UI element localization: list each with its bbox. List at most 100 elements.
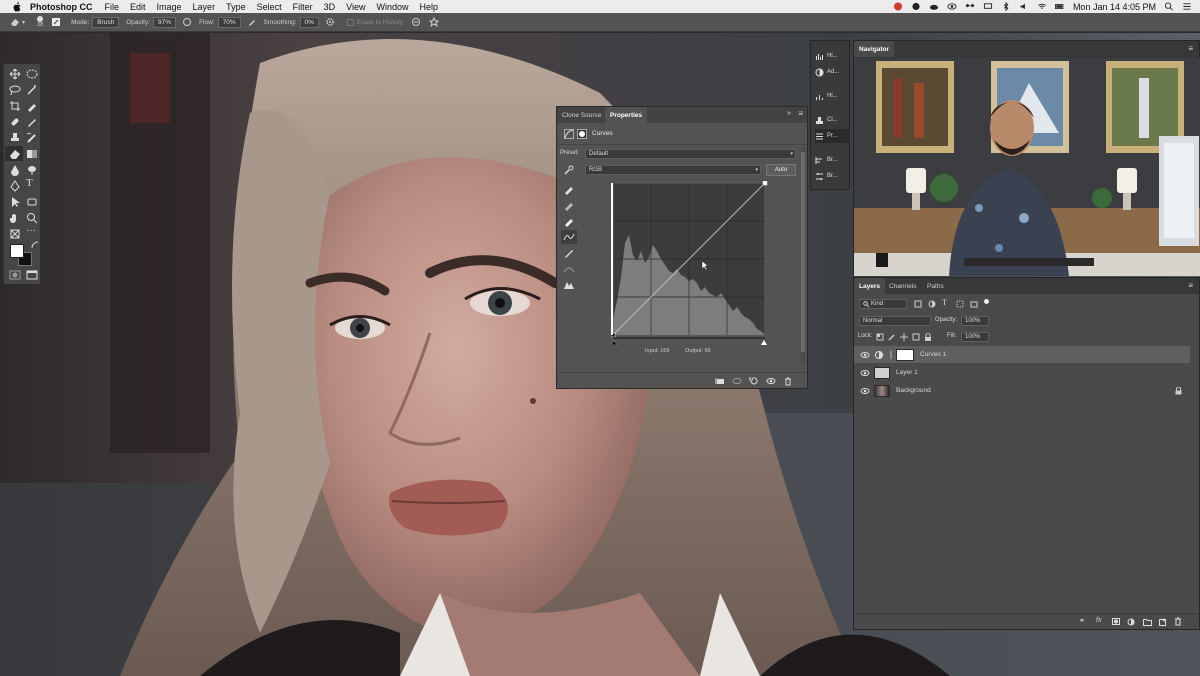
blur-tool-icon[interactable] <box>8 164 22 176</box>
marquee-tool-icon[interactable] <box>25 68 39 80</box>
strip-clone-source[interactable]: Cl... <box>815 113 849 127</box>
strip-histogram[interactable]: Hi... <box>815 49 849 63</box>
erase-to-history-checkbox[interactable] <box>346 18 354 26</box>
properties-scrollbar[interactable] <box>801 147 805 362</box>
swap-colors-icon[interactable] <box>31 241 39 249</box>
gear-icon[interactable] <box>325 17 335 27</box>
new-layer-icon[interactable] <box>1159 618 1167 626</box>
menu-view[interactable]: View <box>346 2 365 12</box>
edit-toolbar-icon[interactable] <box>8 228 22 240</box>
new-adjustment-icon[interactable] <box>1127 618 1135 626</box>
layer-row-background[interactable]: Background <box>854 382 1190 399</box>
type-filter-icon[interactable]: T <box>942 298 947 307</box>
brush-settings-icon[interactable] <box>51 17 61 27</box>
blend-mode-select[interactable]: Normal <box>859 316 931 326</box>
delete-adjustment-icon[interactable] <box>783 376 793 386</box>
tab-channels[interactable]: Channels <box>884 278 921 294</box>
shape-filter-icon[interactable] <box>956 300 964 308</box>
eyedropper-tool-icon[interactable] <box>25 100 39 112</box>
status-red-icon[interactable] <box>893 2 903 11</box>
pressure-size-icon[interactable] <box>411 17 421 27</box>
filter-toggle[interactable] <box>984 299 989 304</box>
layer-fill-input[interactable]: 100% <box>961 332 989 342</box>
strip-brushes[interactable]: Br... <box>815 153 849 167</box>
menu-3d[interactable]: 3D <box>324 2 336 12</box>
symmetry-icon[interactable] <box>429 17 440 27</box>
layer-opacity-input[interactable]: 100% <box>961 316 989 326</box>
menu-select[interactable]: Select <box>257 2 282 12</box>
link-layers-icon[interactable]: ⚭ <box>1079 617 1085 625</box>
display-icon[interactable] <box>983 2 993 11</box>
gray-point-eyedropper-icon[interactable] <box>563 199 575 211</box>
menu-help[interactable]: Help <box>419 2 438 12</box>
history-brush-tool-icon[interactable] <box>25 132 39 144</box>
mask-icon[interactable] <box>577 129 587 139</box>
wifi-icon[interactable] <box>1037 2 1047 11</box>
strip-adjustments[interactable]: Ad... <box>815 65 849 79</box>
clone-stamp-tool-icon[interactable] <box>8 132 22 144</box>
curves-graph[interactable] <box>611 181 769 345</box>
type-tool-icon[interactable]: T <box>26 177 40 189</box>
menu-layer[interactable]: Layer <box>193 2 216 12</box>
link-icon[interactable] <box>888 350 894 360</box>
navigator-preview[interactable] <box>854 58 1200 276</box>
smart-object-filter-icon[interactable] <box>970 300 978 308</box>
menu-image[interactable]: Image <box>157 2 182 12</box>
flow-input[interactable]: 70% <box>217 16 241 28</box>
eye-icon[interactable] <box>860 350 870 360</box>
battery-icon[interactable] <box>1054 2 1065 11</box>
tab-layers[interactable]: Layers <box>854 278 885 294</box>
visibility-eye-icon[interactable] <box>766 376 776 386</box>
curve-edit-icon[interactable] <box>563 231 575 243</box>
new-group-icon[interactable] <box>1143 618 1152 626</box>
pen-tool-icon[interactable] <box>8 180 22 192</box>
eye-icon[interactable] <box>860 386 870 396</box>
collapse-panel-icon[interactable]: » <box>787 110 791 117</box>
quick-mask-icon[interactable] <box>8 269 22 281</box>
smooth-curve-icon[interactable] <box>563 263 575 275</box>
trash-icon[interactable] <box>1174 617 1182 626</box>
chevron-down-icon[interactable]: ▾ <box>22 19 25 26</box>
crop-tool-icon[interactable] <box>8 100 22 112</box>
auto-button[interactable]: Auto <box>766 164 796 176</box>
airbrush-icon[interactable] <box>247 17 257 27</box>
apple-icon[interactable] <box>10 1 24 12</box>
path-selection-tool-icon[interactable] <box>8 196 22 208</box>
gradient-tool-icon[interactable] <box>25 148 39 160</box>
menu-file[interactable]: File <box>105 2 120 12</box>
menu-filter[interactable]: Filter <box>293 2 313 12</box>
eraser-tool-icon[interactable] <box>8 148 22 160</box>
pencil-draw-icon[interactable] <box>563 247 575 259</box>
preset-select[interactable]: Default ▾ <box>585 149 796 159</box>
menu-edit[interactable]: Edit <box>130 2 146 12</box>
menu-type[interactable]: Type <box>226 2 246 12</box>
pixel-filter-icon[interactable] <box>914 300 922 308</box>
more-tools-icon[interactable]: ··· <box>26 225 40 237</box>
mode-select[interactable]: Brush <box>92 16 120 28</box>
app-menu[interactable]: Photoshop CC <box>30 2 93 12</box>
volume-icon[interactable] <box>1019 2 1029 11</box>
smoothing-input[interactable]: 0% <box>299 16 319 28</box>
white-point-eyedropper-icon[interactable] <box>563 215 575 227</box>
black-point-eyedropper-icon[interactable] <box>563 183 575 195</box>
panel-menu-icon[interactable]: ≡ <box>1188 44 1193 53</box>
pressure-opacity-icon[interactable] <box>182 17 192 27</box>
foreground-color-swatch-top[interactable] <box>10 244 24 258</box>
bluetooth-icon[interactable] <box>1001 2 1011 11</box>
lock-transparent-icon[interactable] <box>876 333 884 341</box>
screen-mode-icon[interactable] <box>25 269 39 281</box>
lasso-tool-icon[interactable] <box>8 84 22 96</box>
move-tool-icon[interactable] <box>8 68 22 80</box>
layer-mask-thumbnail[interactable] <box>896 348 914 361</box>
dodge-tool-icon[interactable] <box>25 164 39 176</box>
brush-preset-picker[interactable]: 38 <box>37 16 43 28</box>
eraser-tool-icon[interactable] <box>10 17 20 27</box>
layer-filter-select[interactable]: Kind <box>859 299 907 309</box>
eye-icon[interactable] <box>860 368 870 378</box>
reset-icon[interactable] <box>749 376 759 386</box>
cloud-icon[interactable] <box>929 2 939 11</box>
dropbox-icon[interactable] <box>965 2 975 11</box>
lock-all-icon[interactable] <box>924 333 932 341</box>
layer-name[interactable]: Background <box>896 387 931 394</box>
add-mask-icon[interactable] <box>1112 618 1120 625</box>
